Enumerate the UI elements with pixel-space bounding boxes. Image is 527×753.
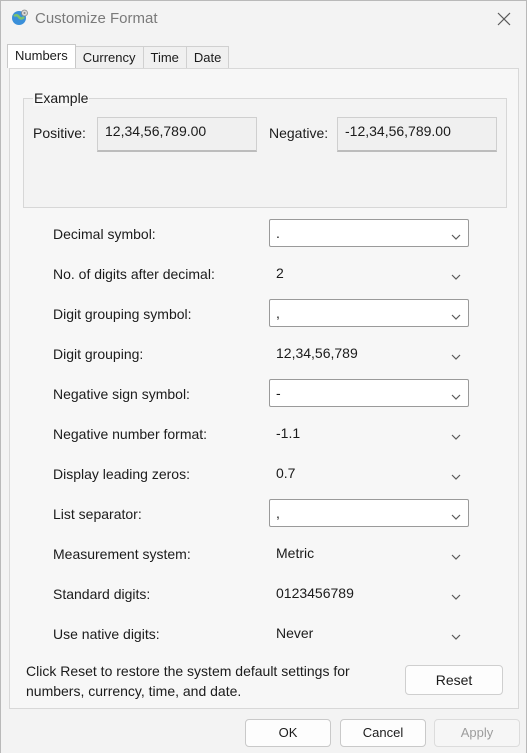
setting-label: Use native digits: (53, 626, 160, 642)
setting-value: -1.1 (276, 425, 301, 441)
title-bar: Customize Format (1, 1, 526, 37)
customize-format-dialog: Customize Format Numbers Currency Time D… (0, 0, 527, 753)
setting-combobox[interactable]: , (269, 299, 469, 327)
dialog-footer: OK Cancel Apply (1, 710, 526, 753)
setting-label: Measurement system: (53, 546, 191, 562)
negative-example-value: -12,34,56,789.00 (337, 117, 497, 152)
chevron-down-icon[interactable] (451, 229, 461, 240)
setting-label: No. of digits after decimal: (53, 266, 215, 282)
chevron-down-icon[interactable] (451, 629, 461, 640)
tab-numbers[interactable]: Numbers (7, 44, 76, 68)
setting-label: Display leading zeros: (53, 466, 190, 482)
setting-value: 0.7 (276, 465, 296, 481)
setting-combobox[interactable]: Metric (269, 539, 469, 567)
setting-combobox[interactable]: . (269, 219, 469, 247)
setting-label: List separator: (53, 506, 142, 522)
tab-date[interactable]: Date (185, 46, 230, 68)
setting-value: 2 (276, 265, 284, 281)
setting-combobox[interactable]: - (269, 379, 469, 407)
setting-value: Never (276, 625, 314, 641)
chevron-down-icon[interactable] (451, 469, 461, 480)
setting-combobox[interactable]: Never (269, 619, 469, 647)
tab-currency[interactable]: Currency (74, 46, 144, 68)
reset-button[interactable]: Reset (405, 665, 503, 695)
chevron-down-icon[interactable] (451, 349, 461, 360)
example-group: Example Positive: 12,34,56,789.00 Negati… (23, 90, 507, 208)
chevron-down-icon[interactable] (451, 389, 461, 400)
cancel-button[interactable]: Cancel (340, 719, 426, 747)
chevron-down-icon[interactable] (451, 589, 461, 600)
numbers-panel: Example Positive: 12,34,56,789.00 Negati… (9, 68, 519, 709)
close-icon[interactable] (492, 7, 516, 31)
setting-value: 0123456789 (276, 585, 354, 601)
setting-value: , (276, 305, 280, 321)
setting-combobox[interactable]: 12,34,56,789 (269, 339, 469, 367)
setting-combobox[interactable]: , (269, 499, 469, 527)
setting-label: Standard digits: (53, 586, 151, 602)
setting-value: , (276, 505, 280, 521)
setting-label: Negative number format: (53, 426, 208, 442)
apply-button[interactable]: Apply (434, 719, 520, 747)
tab-time[interactable]: Time (142, 46, 187, 68)
example-legend: Example (33, 90, 90, 106)
chevron-down-icon[interactable] (451, 429, 461, 440)
setting-label: Negative sign symbol: (53, 386, 190, 402)
chevron-down-icon[interactable] (451, 309, 461, 320)
reset-description: Click Reset to restore the system defaul… (26, 663, 350, 699)
setting-label: Digit grouping: (53, 346, 144, 362)
ok-button[interactable]: OK (245, 719, 331, 747)
globe-settings-icon (11, 9, 29, 27)
positive-label: Positive: (33, 125, 86, 141)
window-title: Customize Format (35, 10, 158, 27)
setting-value: . (276, 225, 280, 241)
setting-value: 12,34,56,789 (276, 345, 358, 361)
chevron-down-icon[interactable] (451, 549, 461, 560)
setting-combobox[interactable]: -1.1 (269, 419, 469, 447)
positive-example-value: 12,34,56,789.00 (97, 117, 257, 152)
setting-value: Metric (276, 545, 315, 561)
setting-label: Decimal symbol: (53, 226, 156, 242)
chevron-down-icon[interactable] (451, 509, 461, 520)
negative-label: Negative: (269, 125, 329, 141)
setting-label: Digit grouping symbol: (53, 306, 192, 322)
tab-strip: Numbers Currency Time Date (7, 44, 230, 68)
setting-combobox[interactable]: 2 (269, 259, 469, 287)
setting-value: - (276, 385, 281, 401)
setting-combobox[interactable]: 0.7 (269, 459, 469, 487)
setting-combobox[interactable]: 0123456789 (269, 579, 469, 607)
chevron-down-icon[interactable] (451, 269, 461, 280)
